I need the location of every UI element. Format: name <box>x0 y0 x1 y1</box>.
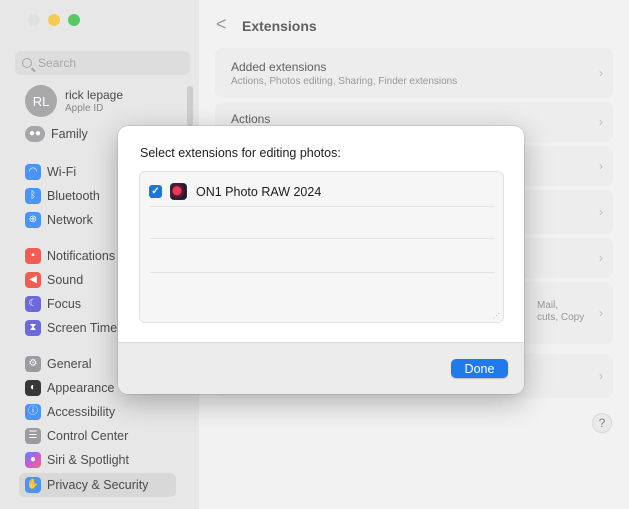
list-item[interactable]: ✓ ON1 Photo RAW 2024 <box>149 183 321 200</box>
list-divider <box>150 238 495 239</box>
resize-handle-icon[interactable]: ⋰ <box>493 312 500 320</box>
extension-name: ON1 Photo RAW 2024 <box>196 184 322 199</box>
system-settings-window: Search RL rick lepage Apple ID ●● Family… <box>0 0 629 509</box>
select-extensions-sheet: Select extensions for editing photos: ✓ … <box>118 126 524 394</box>
sheet-title: Select extensions for editing photos: <box>140 146 341 160</box>
extensions-list: ✓ ON1 Photo RAW 2024 ⋰ <box>139 171 504 323</box>
list-divider <box>150 206 495 207</box>
on1-app-icon <box>170 183 187 200</box>
sheet-footer: Done <box>118 342 524 394</box>
done-button[interactable]: Done <box>451 359 508 378</box>
list-divider <box>150 272 495 273</box>
checkbox-checked[interactable]: ✓ <box>149 185 162 198</box>
